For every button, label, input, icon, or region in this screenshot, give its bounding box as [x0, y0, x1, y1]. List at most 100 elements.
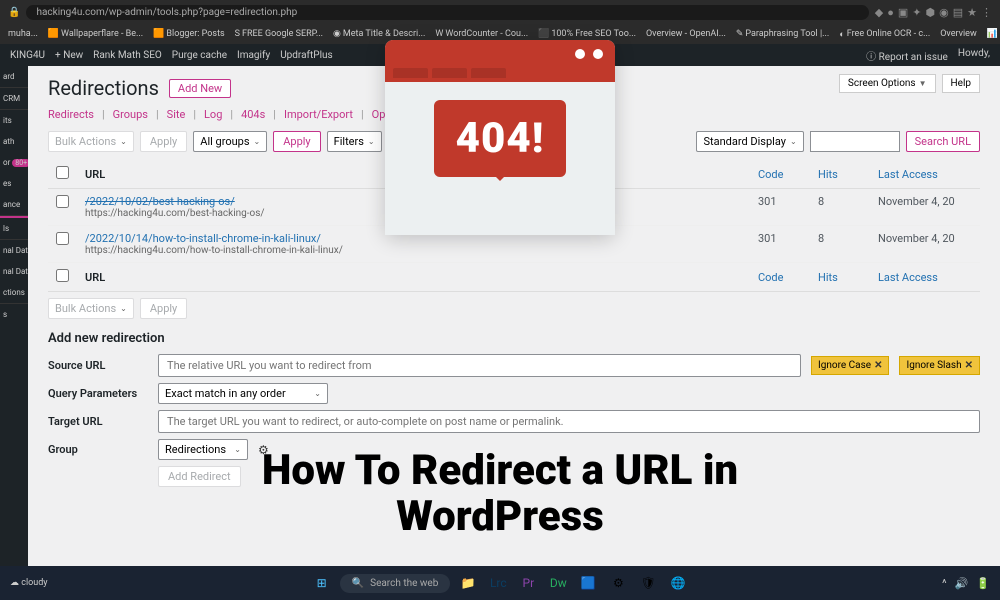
bulk-actions-select[interactable]: Bulk Actions⌄: [48, 298, 134, 319]
wp-imagify[interactable]: Imagify: [237, 50, 270, 61]
query-select[interactable]: Exact match in any order⌄: [158, 383, 328, 404]
sidebar-item[interactable]: its: [0, 109, 28, 131]
ext-icon[interactable]: ◆: [875, 6, 883, 19]
close-icon[interactable]: ✕: [965, 360, 973, 371]
ignore-case-badge[interactable]: Ignore Case✕: [811, 356, 889, 375]
bookmark[interactable]: 🟧 Blogger: Posts: [153, 29, 224, 39]
help-tab[interactable]: Help: [942, 74, 980, 93]
bulk-actions-select[interactable]: Bulk Actions⌄: [48, 131, 134, 152]
col-code[interactable]: Code: [750, 263, 810, 292]
sidebar-item[interactable]: CRM: [0, 87, 28, 109]
bookmark[interactable]: Overview: [940, 29, 976, 39]
search-input[interactable]: [810, 131, 900, 152]
bookmark[interactable]: S FREE Google SERP...: [235, 29, 323, 39]
col-last[interactable]: Last Access: [870, 160, 980, 189]
bookmark[interactable]: W WordCounter - Cou...: [435, 29, 528, 39]
weather-widget[interactable]: ☁ cloudy: [10, 578, 48, 588]
wifi-icon[interactable]: ^: [942, 577, 947, 590]
display-select[interactable]: Standard Display⌄: [696, 131, 803, 152]
task-icon[interactable]: Dw: [546, 571, 570, 595]
sidebar-item[interactable]: nal Data: [0, 261, 28, 282]
filters-select[interactable]: Filters⌄: [327, 131, 382, 152]
cell-last: November 4, 20: [870, 226, 980, 263]
search-web-input[interactable]: 🔍 Search the web: [340, 574, 451, 593]
col-last[interactable]: Last Access: [870, 263, 980, 292]
cell-code: 301: [750, 189, 810, 226]
howdy[interactable]: Howdy,: [958, 48, 990, 63]
ext-icon[interactable]: ◉: [939, 6, 949, 19]
ext-icon[interactable]: ▣: [898, 6, 908, 19]
sidebar-item[interactable]: ath: [0, 131, 28, 152]
col-code[interactable]: Code: [750, 160, 810, 189]
ext-icon[interactable]: ⋮: [981, 6, 992, 19]
sidebar-item[interactable]: es: [0, 173, 28, 194]
cell-hits: 8: [810, 226, 870, 263]
select-all-checkbox[interactable]: [56, 269, 69, 282]
bookmark[interactable]: muha...: [8, 29, 38, 39]
battery-icon[interactable]: 🔋: [976, 577, 990, 590]
tab-groups[interactable]: Groups: [113, 108, 148, 121]
wp-purge[interactable]: Purge cache: [172, 50, 227, 61]
wp-rankmath[interactable]: Rank Math SEO: [93, 50, 162, 61]
wp-site[interactable]: KING4U: [10, 50, 45, 61]
task-icon[interactable]: Lrc: [486, 571, 510, 595]
col-url[interactable]: URL: [77, 263, 750, 292]
select-all-checkbox[interactable]: [56, 166, 69, 179]
bookmark[interactable]: 🟧 Wallpaperflare - Be...: [48, 29, 143, 39]
ext-icon[interactable]: ●: [887, 6, 894, 19]
system-tray[interactable]: ^ 🔊 🔋: [942, 577, 990, 590]
ext-icon[interactable]: ⬢: [926, 6, 936, 19]
row-checkbox[interactable]: [56, 195, 69, 208]
task-icon[interactable]: Pr: [516, 571, 540, 595]
close-icon[interactable]: ✕: [874, 360, 882, 371]
target-url-input[interactable]: [158, 410, 980, 433]
ext-icon[interactable]: ▤: [953, 6, 963, 19]
sidebar-item[interactable]: ard: [0, 66, 28, 87]
screen-options[interactable]: Screen Options▼: [839, 74, 936, 93]
tab-404s[interactable]: 404s: [241, 108, 265, 121]
task-icon[interactable]: 🟦: [576, 571, 600, 595]
report-issue[interactable]: ⓘ Report an issue: [866, 48, 948, 63]
wp-new[interactable]: + New: [55, 50, 83, 61]
bookmark[interactable]: 📊 Analytics: [987, 29, 1000, 39]
cell-last: November 4, 20: [870, 189, 980, 226]
bookmark[interactable]: ◐ Free Online OCR - c...: [839, 29, 930, 40]
apply-button[interactable]: Apply: [140, 131, 187, 152]
bookmark[interactable]: ✎ Paraphrasing Tool |...: [736, 29, 829, 39]
apply-button[interactable]: Apply: [140, 298, 187, 319]
task-icon[interactable]: ⚙: [606, 571, 630, 595]
sidebar-item[interactable]: or 80+: [0, 152, 28, 173]
start-button[interactable]: ⊞: [310, 571, 334, 595]
sidebar-item[interactable]: nal Data: [0, 239, 28, 261]
search-url-button[interactable]: Search URL: [906, 131, 980, 152]
ignore-slash-badge[interactable]: Ignore Slash✕: [899, 356, 980, 375]
task-icon[interactable]: 🛡: [636, 571, 660, 595]
tab-import[interactable]: Import/Export: [284, 108, 353, 121]
add-new-button[interactable]: Add New: [169, 79, 231, 98]
sidebar-item[interactable]: s: [0, 303, 28, 325]
bookmark[interactable]: ◉ Meta Title & Descri...: [333, 29, 425, 39]
task-icon[interactable]: 📁: [456, 571, 480, 595]
col-hits[interactable]: Hits: [810, 263, 870, 292]
bookmark[interactable]: Overview - OpenAI...: [646, 29, 726, 39]
sound-icon[interactable]: 🔊: [955, 577, 969, 590]
task-icon[interactable]: 🌐: [666, 571, 690, 595]
wp-updraft[interactable]: UpdraftPlus: [280, 50, 333, 61]
url-bar[interactable]: hacking4u.com/wp-admin/tools.php?page=re…: [26, 5, 868, 20]
url-text: hacking4u.com/wp-admin/tools.php?page=re…: [36, 7, 297, 18]
sidebar-item[interactable]: ctions: [0, 282, 28, 303]
apply-filter-button[interactable]: Apply: [273, 131, 320, 152]
col-hits[interactable]: Hits: [810, 160, 870, 189]
ext-icon[interactable]: ✦: [912, 6, 921, 19]
source-url-input[interactable]: [158, 354, 801, 377]
row-checkbox[interactable]: [56, 232, 69, 245]
sidebar-item[interactable]: ls: [0, 218, 28, 239]
tab-redirects[interactable]: Redirects: [48, 108, 94, 121]
groups-select[interactable]: All groups⌄: [193, 131, 267, 152]
tab-site[interactable]: Site: [167, 108, 186, 121]
tab-log[interactable]: Log: [204, 108, 222, 121]
query-label: Query Parameters: [48, 387, 148, 400]
ext-icon[interactable]: ★: [967, 6, 977, 19]
bookmark[interactable]: ⬛ 100% Free SEO Too...: [538, 29, 636, 39]
sidebar-item[interactable]: ance: [0, 194, 28, 215]
